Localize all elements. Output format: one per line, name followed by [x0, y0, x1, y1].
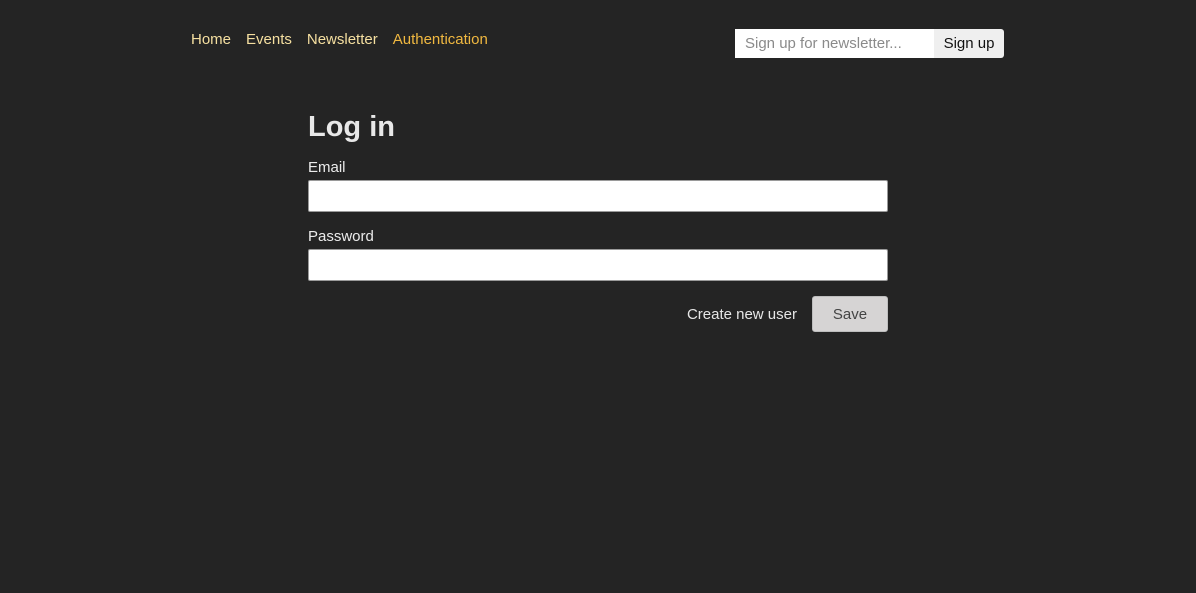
password-field[interactable]: [308, 249, 888, 281]
nav-events-link[interactable]: Events: [246, 31, 292, 48]
newsletter-signup-button[interactable]: Sign up: [934, 29, 1004, 58]
login-form: Log in Email Password Create new user Sa…: [308, 107, 888, 332]
create-new-user-link[interactable]: Create new user: [687, 306, 797, 323]
save-button[interactable]: Save: [812, 296, 888, 332]
page-title: Log in: [308, 111, 395, 143]
form-actions: Create new user Save: [308, 296, 888, 332]
nav-authentication-link[interactable]: Authentication: [393, 31, 488, 48]
email-label: Email: [308, 159, 346, 176]
nav-home-link[interactable]: Home: [191, 31, 231, 48]
newsletter-signup-form: Sign up: [735, 29, 1004, 58]
nav-newsletter-link[interactable]: Newsletter: [307, 31, 378, 48]
newsletter-email-input[interactable]: [735, 29, 934, 58]
main-nav: Home Events Newsletter Authentication: [191, 31, 488, 48]
password-label: Password: [308, 228, 374, 245]
email-field[interactable]: [308, 180, 888, 212]
